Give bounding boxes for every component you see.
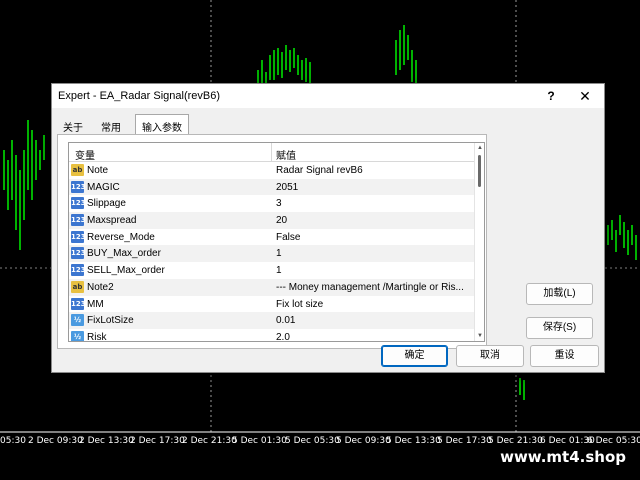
parameter-rows: ab Note Radar Signal revB6 123 MAGIC 2051 123 S… (69, 162, 475, 342)
load-button[interactable]: 加载(L) (526, 283, 593, 305)
time-tick-label: 6 Dec 05:30 (587, 436, 640, 446)
integer-type-icon: 123 (71, 247, 86, 260)
param-name: SELL_Max_order (87, 265, 165, 277)
param-name: Slippage (87, 198, 126, 210)
integer-type-icon: 123 (71, 180, 86, 193)
time-tick-label: 2 Dec 09:30 (28, 436, 83, 446)
time-tick-label: 2 Dec 17:30 (130, 436, 185, 446)
time-tick-label: 05:30 (0, 436, 26, 446)
time-tick-label: 2 Dec 13:30 (79, 436, 134, 446)
expert-properties-dialog: Expert - EA_Radar Signal(revB6) ? ✕ 关于 常… (51, 83, 605, 373)
column-separator[interactable] (271, 143, 272, 162)
integer-type-icon: 123 (71, 230, 86, 243)
param-value[interactable]: 2051 (276, 182, 474, 193)
time-tick-label: 2 Dec 21:30 (182, 436, 237, 446)
param-value[interactable]: Radar Signal revB6 (276, 165, 474, 176)
double-type-icon: ½ (71, 330, 84, 341)
dialog-titlebar[interactable]: Expert - EA_Radar Signal(revB6) ? ✕ (52, 84, 604, 108)
time-tick-label: 5 Dec 01:30 (232, 436, 287, 446)
save-button[interactable]: 保存(S) (526, 317, 593, 339)
param-value[interactable]: Fix lot size (276, 299, 474, 310)
param-row[interactable]: 123 Maxspread 20 (69, 212, 475, 229)
integer-type-icon: 123 (71, 264, 86, 277)
time-tick-label: 5 Dec 21:30 (488, 436, 543, 446)
param-row[interactable]: 123 MAGIC 2051 (69, 178, 475, 196)
param-value[interactable]: 1 (276, 265, 474, 276)
scroll-down-icon[interactable]: ▼ (476, 332, 484, 340)
param-row[interactable]: ½ Risk 2.0 (69, 329, 475, 342)
integer-type-icon: 123 (71, 297, 86, 310)
param-row[interactable]: 123 Slippage 3 (69, 195, 475, 212)
watermark-text: www.mt4.shop (496, 446, 630, 468)
string-type-icon: ab (71, 164, 84, 176)
vertical-scrollbar[interactable]: ▲ ▼ (474, 143, 484, 341)
param-row[interactable]: 123 SELL_Max_order 1 (69, 262, 475, 279)
param-name: Risk (87, 331, 107, 342)
reset-button[interactable]: 重设 (530, 345, 599, 367)
grid-header: 变量 赋值 (69, 143, 475, 162)
integer-type-icon: 123 (71, 214, 86, 227)
tab-common[interactable]: 常用 (95, 116, 127, 134)
time-tick-label: 5 Dec 05:30 (285, 436, 340, 446)
param-row[interactable]: 123 MM Fix lot size (69, 296, 475, 313)
param-name: Note (87, 165, 109, 176)
parameters-grid: 变量 赋值 ab Note Radar Signal revB6 123 MAGIC 20… (68, 142, 485, 342)
cancel-button[interactable]: 取消 (456, 345, 524, 367)
tab-about[interactable]: 关于 (57, 116, 89, 134)
param-value[interactable]: 20 (276, 215, 474, 226)
close-button[interactable]: ✕ (574, 86, 596, 106)
param-name: Reverse_Mode (87, 231, 155, 243)
dialog-title: Expert - EA_Radar Signal(revB6) (58, 90, 221, 102)
param-name: FixLotSize (87, 315, 134, 327)
param-row[interactable]: ab Note2 --- Money management /Martingle o… (69, 278, 475, 296)
param-value[interactable]: 2.0 (276, 332, 474, 341)
param-value[interactable]: 1 (276, 248, 474, 259)
param-name: Maxspread (87, 215, 137, 227)
param-name: Note2 (87, 281, 114, 293)
param-value[interactable]: 0.01 (276, 315, 474, 326)
double-type-icon: ½ (71, 314, 84, 327)
integer-type-icon: 123 (71, 197, 86, 210)
param-name: MAGIC (87, 181, 120, 193)
inputs-panel: 变量 赋值 ab Note Radar Signal revB6 123 MAGIC 20… (57, 134, 487, 349)
param-value[interactable]: 3 (276, 198, 474, 209)
param-row[interactable]: 123 BUY_Max_order 1 (69, 245, 475, 263)
scroll-up-icon[interactable]: ▲ (476, 144, 484, 152)
param-name: BUY_Max_order (87, 248, 161, 260)
ok-button[interactable]: 确定 (381, 345, 448, 367)
param-value[interactable]: False (276, 232, 474, 243)
param-row[interactable]: ab Note Radar Signal revB6 (69, 162, 475, 179)
param-name: MM (87, 298, 104, 310)
string-type-icon: ab (71, 280, 84, 293)
column-header-value[interactable]: 赋值 (276, 147, 296, 162)
column-header-variable[interactable]: 变量 (75, 147, 95, 162)
help-button[interactable]: ? (540, 86, 562, 106)
param-value[interactable]: --- Money management /Martingle or Ris..… (276, 282, 474, 293)
tab-inputs[interactable]: 输入参数 (135, 114, 189, 135)
time-tick-label: 5 Dec 17:30 (437, 436, 492, 446)
time-tick-label: 5 Dec 09:30 (336, 436, 391, 446)
scroll-thumb[interactable] (478, 155, 481, 187)
param-row[interactable]: ½ FixLotSize 0.01 (69, 312, 475, 329)
param-row[interactable]: 123 Reverse_Mode False (69, 229, 475, 246)
time-tick-label: 5 Dec 13:30 (386, 436, 441, 446)
